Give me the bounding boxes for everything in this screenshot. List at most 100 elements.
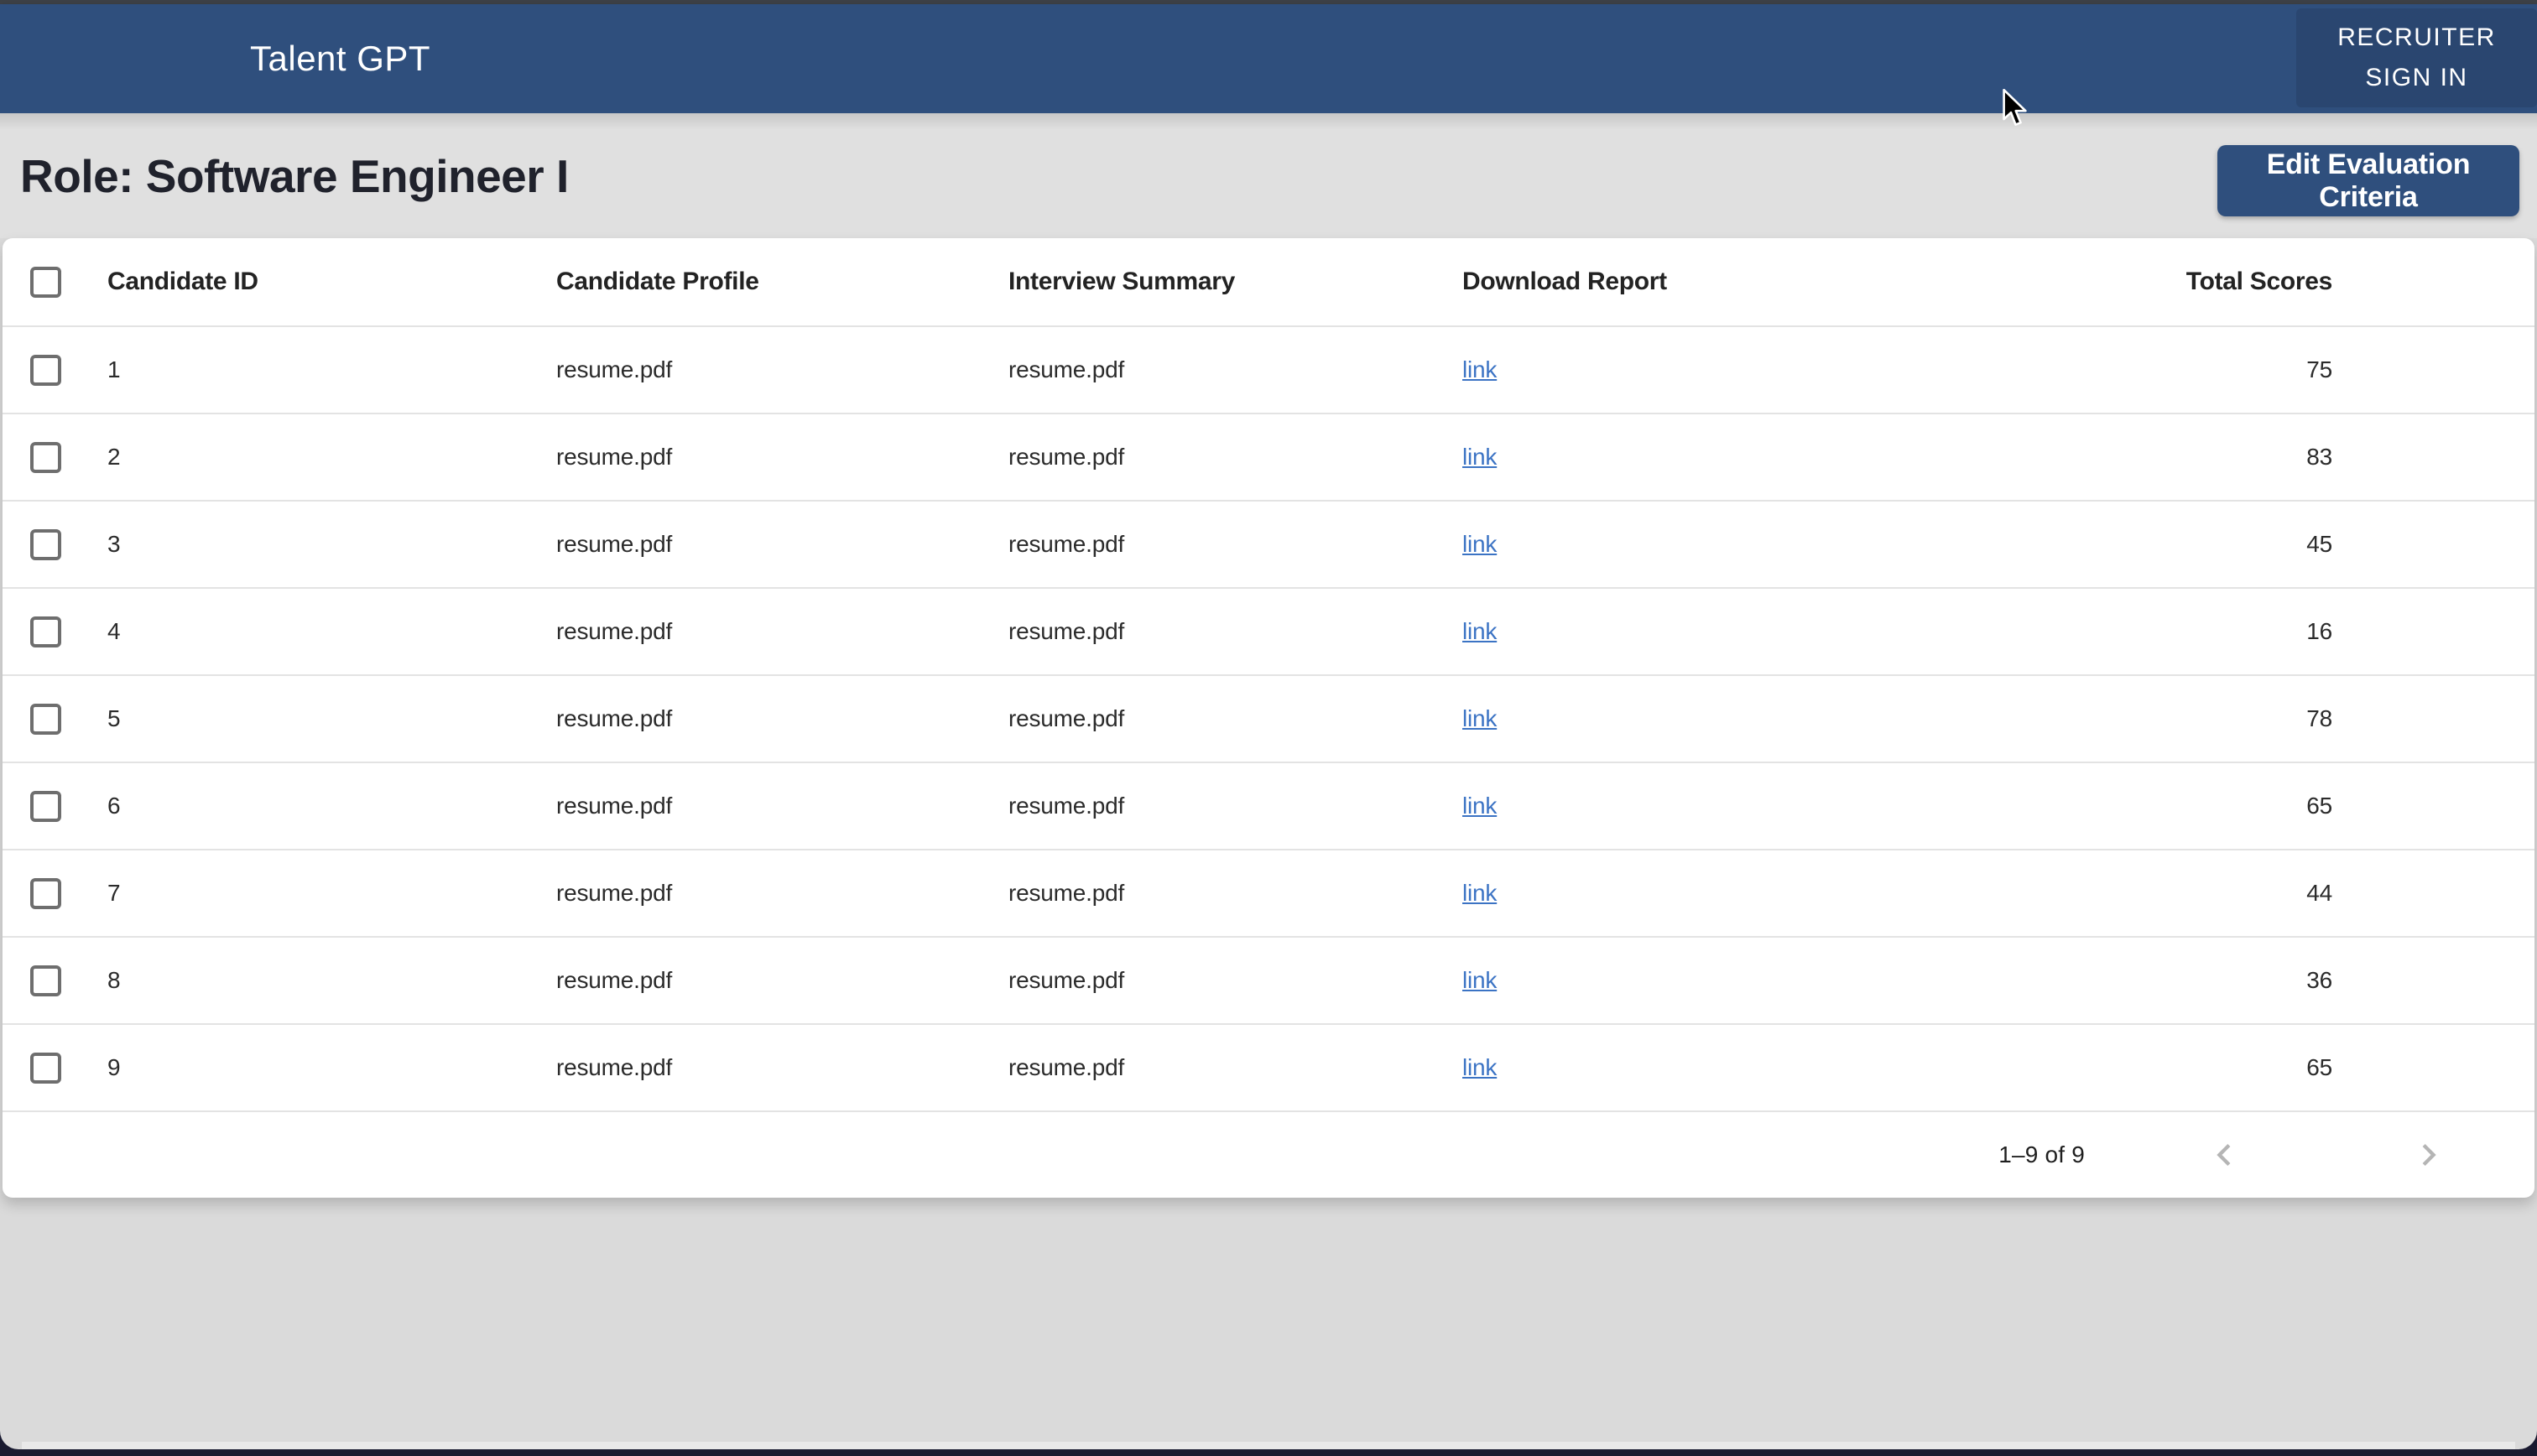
table-row: 6 resume.pdf resume.pdf link 65 — [3, 763, 2534, 850]
sign-in-label-line1: RECRUITER — [2337, 23, 2496, 51]
cell-interview-summary: resume.pdf — [1008, 531, 1125, 557]
role-title: Role: Software Engineer I — [20, 149, 569, 202]
download-report-link[interactable]: link — [1462, 705, 1497, 731]
table-row: 3 resume.pdf resume.pdf link 45 — [3, 502, 2534, 589]
cell-download-report: link — [1462, 356, 1882, 383]
previous-page-button[interactable] — [2202, 1133, 2246, 1177]
table-header-row: Candidate ID Candidate Profile Interview… — [3, 238, 2534, 327]
column-header-download-report: Download Report — [1462, 268, 1667, 295]
edit-evaluation-criteria-button[interactable]: Edit Evaluation Criteria — [2217, 145, 2519, 216]
cell-candidate-id: 4 — [107, 618, 121, 644]
pagination-range-label: 1–9 of 9 — [1998, 1141, 2085, 1167]
cell-download-report: link — [1462, 618, 1882, 645]
row-checkbox-cell — [3, 877, 107, 909]
cell-interview-summary: resume.pdf — [1008, 705, 1125, 731]
row-checkbox[interactable] — [30, 877, 61, 909]
select-all-checkbox[interactable] — [30, 266, 61, 298]
table-row: 9 resume.pdf resume.pdf link 65 — [3, 1025, 2534, 1112]
cell-candidate-id: 3 — [107, 531, 121, 557]
cell-interview-summary: resume.pdf — [1008, 1054, 1125, 1080]
cell-total-score: 78 — [2306, 705, 2332, 731]
backdrop-strip — [22, 1442, 2515, 1449]
cell-candidate-profile: resume.pdf — [556, 356, 673, 382]
download-report-link[interactable]: link — [1462, 444, 1497, 470]
cell-candidate-id: 1 — [107, 356, 121, 382]
cell-interview-summary: resume.pdf — [1008, 880, 1125, 906]
cell-candidate-profile: resume.pdf — [556, 705, 673, 731]
recruiter-sign-in-button[interactable]: RECRUITER SIGN IN — [2296, 8, 2537, 107]
browser-window: Talent GPT RECRUITER SIGN IN Role: Softw… — [0, 0, 2537, 1449]
cell-interview-summary: resume.pdf — [1008, 967, 1125, 993]
table-row: 8 resume.pdf resume.pdf link 36 — [3, 938, 2534, 1025]
cell-candidate-id: 9 — [107, 1054, 121, 1080]
chevron-left-icon — [2217, 1144, 2231, 1166]
row-checkbox[interactable] — [30, 1052, 61, 1084]
cell-interview-summary: resume.pdf — [1008, 356, 1125, 382]
download-report-link[interactable]: link — [1462, 793, 1497, 819]
cell-download-report: link — [1462, 444, 1882, 471]
row-checkbox-cell — [3, 528, 107, 560]
cell-candidate-profile: resume.pdf — [556, 531, 673, 557]
chevron-right-icon — [2422, 1144, 2436, 1166]
column-header-total-scores: Total Scores — [2185, 268, 2333, 295]
download-report-link[interactable]: link — [1462, 531, 1497, 557]
role-header-bar: Role: Software Engineer I Edit Evaluatio… — [0, 113, 2537, 238]
download-report-link[interactable]: link — [1462, 618, 1497, 644]
cell-interview-summary: resume.pdf — [1008, 618, 1125, 644]
app-title: Talent GPT — [250, 39, 431, 78]
next-page-button[interactable] — [2407, 1133, 2451, 1177]
row-checkbox-cell — [3, 1052, 107, 1084]
cell-candidate-id: 2 — [107, 444, 121, 470]
row-checkbox-cell — [3, 616, 107, 647]
row-checkbox[interactable] — [30, 528, 61, 560]
row-checkbox[interactable] — [30, 703, 61, 735]
column-header-interview-summary: Interview Summary — [1008, 268, 1236, 295]
cell-candidate-id: 8 — [107, 967, 121, 993]
column-header-candidate-profile: Candidate Profile — [556, 268, 759, 295]
download-report-link[interactable]: link — [1462, 356, 1497, 382]
row-checkbox-cell — [3, 965, 107, 996]
row-checkbox-cell — [3, 354, 107, 386]
download-report-link[interactable]: link — [1462, 1054, 1497, 1080]
cell-total-score: 65 — [2306, 793, 2332, 819]
cell-candidate-profile: resume.pdf — [556, 880, 673, 906]
candidates-table-card: Candidate ID Candidate Profile Interview… — [3, 238, 2534, 1198]
cell-download-report: link — [1462, 967, 1882, 994]
cell-download-report: link — [1462, 880, 1882, 907]
row-checkbox[interactable] — [30, 441, 61, 473]
cell-candidate-profile: resume.pdf — [556, 1054, 673, 1080]
row-checkbox-cell — [3, 703, 107, 735]
cell-candidate-profile: resume.pdf — [556, 444, 673, 470]
row-checkbox-cell — [3, 790, 107, 822]
cell-download-report: link — [1462, 531, 1882, 558]
cell-candidate-profile: resume.pdf — [556, 793, 673, 819]
cell-total-score: 75 — [2306, 356, 2332, 382]
table-row: 5 resume.pdf resume.pdf link 78 — [3, 676, 2534, 763]
cell-download-report: link — [1462, 1054, 1882, 1081]
cell-total-score: 65 — [2306, 1054, 2332, 1080]
row-checkbox-cell — [3, 441, 107, 473]
row-checkbox[interactable] — [30, 790, 61, 822]
cell-candidate-profile: resume.pdf — [556, 967, 673, 993]
table-row: 2 resume.pdf resume.pdf link 83 — [3, 414, 2534, 502]
table-row: 7 resume.pdf resume.pdf link 44 — [3, 850, 2534, 938]
cell-candidate-profile: resume.pdf — [556, 618, 673, 644]
cell-total-score: 44 — [2306, 880, 2332, 906]
app-bar: Talent GPT RECRUITER SIGN IN — [0, 4, 2537, 113]
sign-in-label-line2: SIGN IN — [2365, 64, 2468, 91]
cell-download-report: link — [1462, 793, 1882, 819]
download-report-link[interactable]: link — [1462, 967, 1497, 993]
table-row: 1 resume.pdf resume.pdf link 75 — [3, 327, 2534, 414]
table-body: 1 resume.pdf resume.pdf link 75 2 resume… — [3, 327, 2534, 1112]
cell-total-score: 36 — [2306, 967, 2332, 993]
column-header-candidate-id: Candidate ID — [107, 268, 258, 295]
download-report-link[interactable]: link — [1462, 880, 1497, 906]
cell-download-report: link — [1462, 705, 1882, 732]
row-checkbox[interactable] — [30, 616, 61, 647]
row-checkbox[interactable] — [30, 965, 61, 996]
pagination-row: 1–9 of 9 — [3, 1112, 2534, 1198]
cell-total-score: 45 — [2306, 531, 2332, 557]
row-checkbox[interactable] — [30, 354, 61, 386]
cell-total-score: 83 — [2306, 444, 2332, 470]
cell-candidate-id: 7 — [107, 880, 121, 906]
